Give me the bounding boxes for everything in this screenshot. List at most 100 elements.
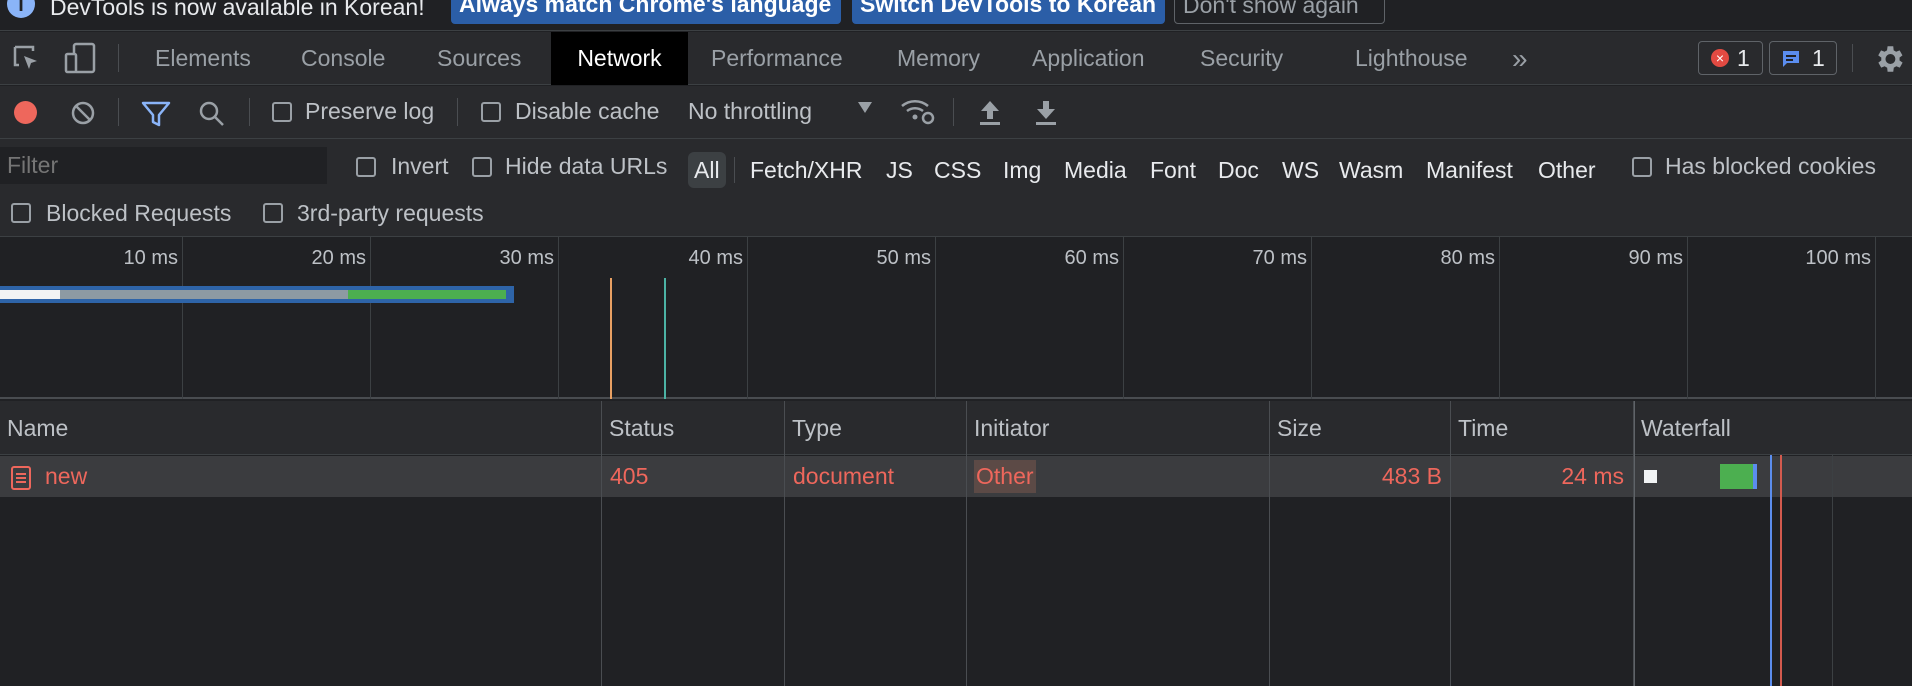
throttling-dropdown-arrow-icon[interactable] [858,102,872,113]
has-blocked-cookies-checkbox[interactable] [1632,157,1652,177]
dom-content-loaded-line [664,278,666,399]
tick-label: 70 ms [1252,247,1307,269]
column-name-header[interactable]: Name [0,401,601,455]
language-infobar: i DevTools is now available in Korean! A… [0,0,1912,31]
clear-icon[interactable] [70,100,96,126]
divider [118,44,119,72]
more-tabs-chevron-icon[interactable]: » [1512,32,1528,85]
request-initiator[interactable]: Other [974,460,1036,493]
request-type: document [793,463,895,489]
tab-security[interactable]: Security [1200,32,1283,85]
type-filter-other[interactable]: Other [1532,152,1602,188]
filter-icon[interactable] [141,100,171,128]
type-filter-img[interactable]: Img [997,152,1047,188]
throttling-select[interactable]: No throttling [688,98,812,125]
column-divider[interactable] [1450,401,1451,686]
always-match-language-button[interactable]: Always match Chrome's language [451,0,841,24]
waterfall-dom-content-loaded-line [1770,455,1772,686]
type-filter-font[interactable]: Font [1144,152,1202,188]
type-filter-manifest[interactable]: Manifest [1420,152,1519,188]
tab-memory[interactable]: Memory [897,32,980,85]
inspect-element-icon[interactable] [12,44,42,74]
column-initiator-header[interactable]: Initiator [967,401,1269,455]
record-button[interactable] [14,101,37,124]
tab-sources[interactable]: Sources [437,32,521,85]
grid-line [182,237,183,399]
tick-label: 50 ms [876,247,931,269]
document-icon [11,466,31,490]
waterfall-load-line [1780,455,1782,686]
type-filter-ws[interactable]: WS [1276,152,1325,188]
preserve-log-checkbox[interactable] [272,102,292,122]
tab-network[interactable]: Network [551,32,688,85]
divider [249,98,250,126]
type-filter-media[interactable]: Media [1058,152,1133,188]
requests-table-header: Name Status Type Initiator Size Time Wat… [0,401,1912,455]
has-blocked-cookies-label: Has blocked cookies [1665,153,1876,179]
column-divider[interactable] [601,401,602,686]
grid-line [370,237,371,399]
column-divider[interactable] [784,401,785,686]
grid-line [558,237,559,399]
column-waterfall-header[interactable]: Waterfall [1634,401,1912,455]
overview-request-bar [0,286,514,303]
type-filter-css[interactable]: CSS [928,152,987,188]
settings-gear-icon[interactable] [1872,42,1906,76]
preserve-log-label: Preserve log [305,98,435,124]
infobar-message: DevTools is now available in Korean! [50,0,425,20]
type-filter-doc[interactable]: Doc [1212,152,1265,188]
invert-checkbox[interactable] [356,157,376,177]
message-icon [1783,51,1799,67]
hide-data-urls-label: Hide data URLs [505,153,668,179]
type-filter-wasm[interactable]: Wasm [1333,152,1409,188]
divider [457,98,458,126]
table-row[interactable]: new 405 document Other 483 B 24 ms [0,456,1912,497]
message-count-badge[interactable]: 1 [1769,41,1837,75]
info-icon: i [7,0,35,18]
grid-line [1123,237,1124,399]
column-time-header[interactable]: Time [1451,401,1633,455]
grid-line [935,237,936,399]
column-divider[interactable] [1269,401,1270,686]
tab-lighthouse[interactable]: Lighthouse [1355,32,1468,85]
column-type-header[interactable]: Type [785,401,966,455]
waterfall-divider [1634,401,1635,686]
search-icon[interactable] [198,100,226,128]
divider [734,157,735,183]
switch-to-korean-button[interactable]: Switch DevTools to Korean [852,0,1165,24]
tick-label: 90 ms [1628,247,1683,269]
column-divider[interactable] [966,401,967,686]
queue-segment [0,290,60,299]
type-filter-fetch-xhr[interactable]: Fetch/XHR [744,152,868,188]
request-size: 483 B [1381,463,1442,489]
divider [1852,44,1853,72]
filter-input[interactable] [0,147,327,184]
dont-show-again-button[interactable]: Don't show again [1174,0,1385,24]
waterfall-grid-line [1832,455,1833,686]
tab-elements[interactable]: Elements [155,32,251,85]
timeline-overview[interactable]: 10 ms 20 ms 30 ms 40 ms 50 ms 60 ms 70 m… [0,237,1912,399]
import-har-upload-icon[interactable] [977,98,1003,126]
network-toolbar: Preserve log Disable cache No throttling [0,86,1912,139]
hide-data-urls-checkbox[interactable] [472,157,492,177]
export-har-download-icon[interactable] [1033,98,1059,126]
tab-console[interactable]: Console [301,32,385,85]
tab-performance[interactable]: Performance [711,32,843,85]
disable-cache-checkbox[interactable] [481,102,501,122]
column-status-header[interactable]: Status [602,401,784,455]
devtools-tabbar: Elements Console Sources Network Perform… [0,32,1912,85]
type-filter-js[interactable]: JS [880,152,919,188]
error-count-badge[interactable]: × 1 [1698,41,1763,75]
network-conditions-icon[interactable] [900,96,936,128]
waiting-segment [60,290,348,299]
column-size-header[interactable]: Size [1270,401,1450,455]
load-event-line [610,278,612,399]
type-filter-all[interactable]: All [688,152,726,188]
tick-label: 30 ms [499,247,554,269]
request-name[interactable]: new [45,456,87,497]
tab-application[interactable]: Application [1032,32,1145,85]
error-icon: × [1711,49,1729,67]
blocked-requests-checkbox[interactable] [11,203,31,223]
third-party-requests-checkbox[interactable] [263,203,283,223]
device-toolbar-icon[interactable] [64,42,98,76]
